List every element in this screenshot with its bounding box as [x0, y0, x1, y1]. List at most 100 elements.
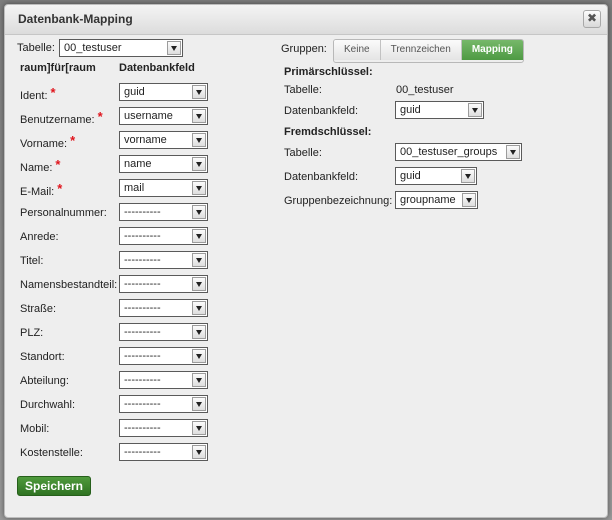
- column-header-dbfield: Datenbankfeld: [119, 62, 195, 74]
- chevron-down-icon: [192, 109, 206, 123]
- required-marker: *: [70, 133, 76, 148]
- mapping-row-select[interactable]: ----------: [119, 347, 208, 365]
- table-select[interactable]: 00_testuser: [59, 39, 183, 57]
- mapping-row-select-value: vorname: [124, 134, 167, 146]
- chevron-down-icon: [192, 253, 206, 267]
- mapping-row-label: Name: *: [20, 157, 61, 174]
- mapping-row-label: Mobil:: [20, 423, 49, 435]
- groups-option-trennzeichen[interactable]: Trennzeichen: [380, 40, 462, 60]
- chevron-down-icon: [506, 145, 520, 159]
- table-select-value: 00_testuser: [64, 42, 122, 54]
- chevron-down-icon: [192, 397, 206, 411]
- mapping-row-label: Standort:: [20, 351, 65, 363]
- mapping-row-label: Anrede:: [20, 231, 59, 243]
- mapping-dialog: Datenbank-Mapping ✖ Tabelle: 00_testuser…: [4, 4, 608, 518]
- mapping-row-select-value: ----------: [124, 302, 161, 314]
- foreign-field-label: Datenbankfeld:: [284, 171, 358, 183]
- foreign-field-value: guid: [400, 170, 421, 182]
- mapping-row-label-text: Abteilung:: [20, 375, 69, 387]
- mapping-row-label: Kostenstelle:: [20, 447, 83, 459]
- mapping-row-label-text: Name:: [20, 162, 53, 174]
- mapping-row-label: Titel:: [20, 255, 43, 267]
- mapping-row-label-text: Namensbestandteil:: [20, 279, 118, 291]
- groups-label: Gruppen:: [281, 43, 327, 55]
- chevron-down-icon: [192, 445, 206, 459]
- mapping-row-select[interactable]: ----------: [119, 299, 208, 317]
- groups-mode-toggle: Keine Trennzeichen Mapping: [333, 39, 524, 63]
- mapping-row-label-text: Vorname:: [20, 138, 68, 150]
- mapping-row-select-value: ----------: [124, 254, 161, 266]
- table-label: Tabelle:: [17, 42, 55, 54]
- mapping-row-select[interactable]: name: [119, 155, 208, 173]
- groups-option-keine[interactable]: Keine: [334, 40, 381, 60]
- mapping-row-select-value: ----------: [124, 398, 161, 410]
- foreign-table-select[interactable]: 00_testuser_groups: [395, 143, 522, 161]
- mapping-row-select-value: ----------: [124, 206, 161, 218]
- mapping-row-select-value: username: [124, 110, 173, 122]
- groups-option-mapping[interactable]: Mapping: [461, 40, 523, 60]
- mapping-row-label: Personalnummer:: [20, 207, 107, 219]
- group-name-select[interactable]: groupname: [395, 191, 478, 209]
- mapping-row-select[interactable]: ----------: [119, 323, 208, 341]
- mapping-row-select-value: ----------: [124, 374, 161, 386]
- mapping-row-label: PLZ:: [20, 327, 43, 339]
- primary-field-select[interactable]: guid: [395, 101, 484, 119]
- mapping-row-select-value: ----------: [124, 350, 161, 362]
- dialog-titlebar[interactable]: Datenbank-Mapping ✖: [5, 5, 607, 35]
- mapping-row-select-value: ----------: [124, 422, 161, 434]
- mapping-row-select-value: ----------: [124, 230, 161, 242]
- foreign-table-label: Tabelle:: [284, 147, 322, 159]
- foreign-field-select[interactable]: guid: [395, 167, 477, 185]
- dialog-title: Datenbank-Mapping: [18, 12, 133, 26]
- mapping-row-select[interactable]: ----------: [119, 419, 208, 437]
- primary-field-label: Datenbankfeld:: [284, 105, 358, 117]
- mapping-row-select-value: ----------: [124, 446, 161, 458]
- mapping-row-label-text: Anrede:: [20, 231, 59, 243]
- chevron-down-icon: [192, 301, 206, 315]
- mapping-row-label-text: Standort:: [20, 351, 65, 363]
- mapping-row-select[interactable]: ----------: [119, 371, 208, 389]
- chevron-down-icon: [192, 277, 206, 291]
- column-header-field: raum]für[raum: [20, 62, 96, 74]
- mapping-row-label: Ident: *: [20, 85, 56, 102]
- foreign-key-header: Fremdschlüssel:: [284, 126, 372, 138]
- mapping-row-select-value: guid: [124, 86, 145, 98]
- mapping-row-label: Vorname: *: [20, 133, 76, 150]
- chevron-down-icon: [192, 133, 206, 147]
- chevron-down-icon: [192, 421, 206, 435]
- required-marker: *: [97, 109, 103, 124]
- mapping-row-label-text: Straße:: [20, 303, 57, 315]
- chevron-down-icon: [192, 349, 206, 363]
- mapping-row-label: Abteilung:: [20, 375, 69, 387]
- primary-table-value: 00_testuser: [396, 84, 454, 96]
- chevron-down-icon: [468, 103, 482, 117]
- chevron-down-icon: [192, 325, 206, 339]
- mapping-row-select[interactable]: guid: [119, 83, 208, 101]
- chevron-down-icon: [462, 193, 476, 207]
- chevron-down-icon: [461, 169, 475, 183]
- mapping-row-select[interactable]: ----------: [119, 395, 208, 413]
- foreign-table-value: 00_testuser_groups: [400, 146, 498, 158]
- mapping-row-label-text: Ident:: [20, 90, 48, 102]
- chevron-down-icon: [192, 373, 206, 387]
- mapping-row-select[interactable]: ----------: [119, 275, 208, 293]
- required-marker: *: [55, 157, 61, 172]
- mapping-row-select[interactable]: vorname: [119, 131, 208, 149]
- mapping-row-select[interactable]: username: [119, 107, 208, 125]
- close-icon[interactable]: ✖: [583, 10, 601, 28]
- mapping-row-label-text: Titel:: [20, 255, 44, 267]
- primary-field-value: guid: [400, 104, 421, 116]
- primary-key-header: Primärschlüssel:: [284, 66, 373, 78]
- mapping-row-select[interactable]: ----------: [119, 227, 208, 245]
- mapping-row-select-value: ----------: [124, 278, 161, 290]
- save-button[interactable]: Speichern: [17, 476, 91, 496]
- chevron-down-icon: [192, 181, 206, 195]
- chevron-down-icon: [167, 41, 181, 55]
- required-marker: *: [50, 85, 56, 100]
- mapping-row-label: Namensbestandteil:: [20, 279, 117, 291]
- mapping-row-select[interactable]: mail: [119, 179, 208, 197]
- mapping-row-select[interactable]: ----------: [119, 443, 208, 461]
- mapping-row-label: E-Mail: *: [20, 181, 62, 198]
- mapping-row-select[interactable]: ----------: [119, 251, 208, 269]
- mapping-row-select[interactable]: ----------: [119, 203, 208, 221]
